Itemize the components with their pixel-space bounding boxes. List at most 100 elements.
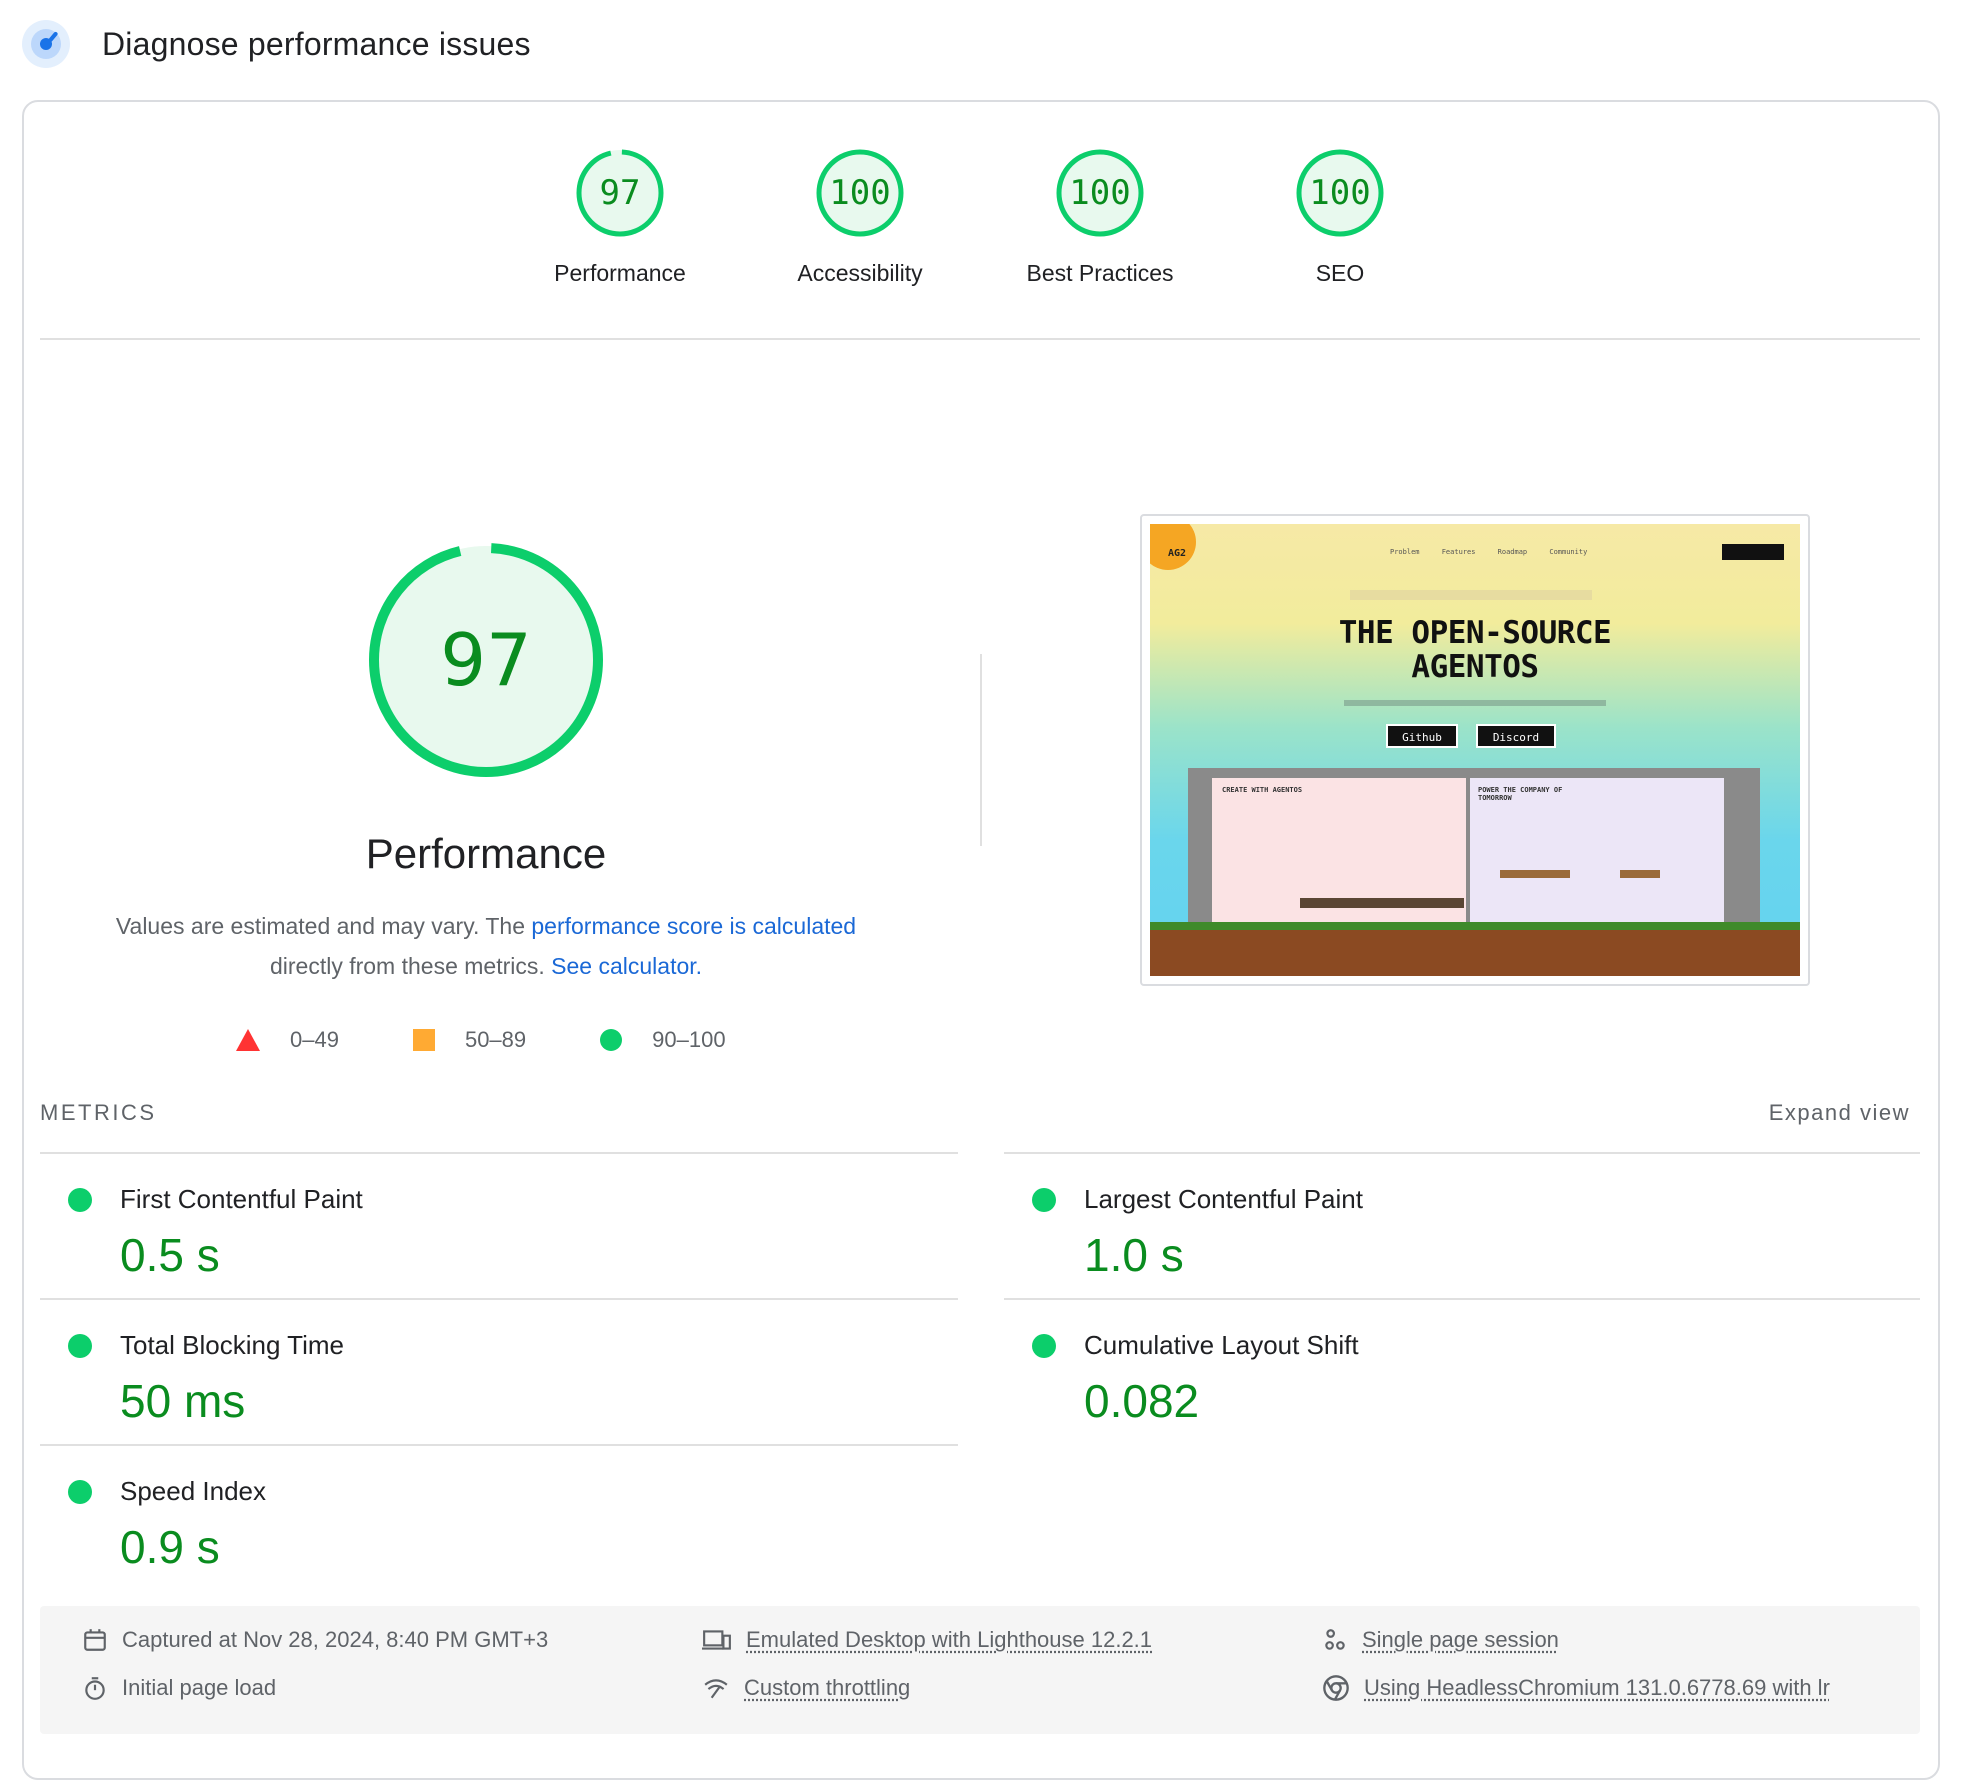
category-gauges: 97 Performance 100 Accessibility 100 Bes… [0, 148, 1964, 308]
metric-cumulative-layout-shift[interactable]: Cumulative Layout Shift 0.082 [1004, 1300, 1904, 1440]
legend-range: 50–89 [464, 1027, 527, 1052]
section-title: Diagnose performance issues [102, 25, 531, 62]
info-load: Initial page load [82, 1668, 276, 1708]
desk [1620, 870, 1660, 878]
performance-description: Values are estimated and may vary. The p… [86, 906, 886, 986]
metric-value: 0.5 s [120, 1229, 220, 1281]
divider [40, 338, 1920, 340]
metric-value: 0.082 [1084, 1375, 1200, 1427]
info-browser[interactable]: Using HeadlessChromium 131.0.6778.69 wit… [1322, 1668, 1830, 1708]
legend-pass: 90–100 [600, 1027, 726, 1053]
info-session[interactable]: Single page session [1322, 1620, 1559, 1660]
discord-button: Discord [1476, 724, 1556, 748]
gauge-accessibility[interactable]: 100 Accessibility [760, 148, 960, 287]
hero-line: THE OPEN-SOURCE [1338, 615, 1612, 651]
sun-decoration [1150, 524, 1196, 570]
info-captured: Captured at Nov 28, 2024, 8:40 PM GMT+3 [82, 1620, 548, 1660]
legend-range: 90–100 [652, 1027, 726, 1052]
gauge-label: Accessibility [797, 260, 923, 286]
metric-total-blocking-time[interactable]: Total Blocking Time 50 ms [40, 1300, 940, 1440]
info-text: Emulated Desktop with Lighthouse 12.2.1 [746, 1627, 1153, 1652]
pass-circle-icon [68, 1188, 92, 1212]
see-calculator-link[interactable]: See calculator. [551, 953, 702, 979]
expand-view-toggle[interactable]: Expand view [1769, 1100, 1910, 1126]
community-banner [1350, 590, 1592, 600]
session-icon [1325, 1629, 1345, 1650]
gauge-circle: 97 [575, 148, 665, 238]
metric-name: First Contentful Paint [120, 1184, 363, 1214]
legend-fail: 0–49 [236, 1027, 339, 1053]
panel-left-text: CREATE WITH AGENTOS [1222, 786, 1303, 794]
hero-line: AGENTOS [1411, 649, 1539, 685]
gauge-label: Performance [554, 260, 686, 286]
pass-circle-icon [68, 1334, 92, 1358]
metric-first-contentful-paint[interactable]: First Contentful Paint 0.5 s [40, 1154, 940, 1294]
gauge-score: 100 [1069, 173, 1131, 213]
circle-icon [600, 1029, 623, 1051]
performance-title: Performance [365, 830, 607, 877]
gauge-label: SEO [1315, 260, 1365, 286]
gauge-circle: 100 [1055, 148, 1145, 238]
info-text: Captured at Nov 28, 2024, 8:40 PM GMT+3 [122, 1627, 549, 1652]
info-throttling[interactable]: Custom throttling [702, 1668, 910, 1708]
site-logo: AG2 [1168, 548, 1187, 559]
gauge-label: Best Practices [1026, 260, 1174, 286]
lighthouse-gauge-icon [22, 20, 70, 68]
documentation-button [1722, 544, 1784, 560]
pass-circle-icon [68, 1480, 92, 1504]
performance-score: 97 [440, 618, 532, 702]
metric-speed-index[interactable]: Speed Index 0.9 s [40, 1446, 940, 1586]
run-info: Captured at Nov 28, 2024, 8:40 PM GMT+3 … [40, 1606, 1920, 1734]
info-text: Custom throttling [744, 1675, 911, 1700]
gauge-circle: 100 [1295, 148, 1385, 238]
score-legend: 0–49 50–89 90–100 [236, 1022, 800, 1058]
gauge-score: 97 [599, 173, 641, 213]
network-throttle-icon [704, 1679, 728, 1699]
site-nav: Problem Features Roadmap Community [1390, 548, 1588, 556]
description-text: directly from these metrics. [269, 953, 552, 979]
info-text: Single page session [1362, 1627, 1559, 1652]
timer-icon [85, 1677, 105, 1700]
legend-average: 50–89 [412, 1027, 527, 1053]
screenshot-image: AG2 Problem Features Roadmap Community T… [1150, 524, 1800, 976]
gauge-score: 100 [829, 173, 891, 213]
final-screenshot[interactable]: AG2 Problem Features Roadmap Community T… [1140, 514, 1810, 986]
ground [1150, 922, 1800, 976]
square-icon [412, 1029, 435, 1051]
panel-right-text: POWER THE COMPANY OF TOMORROW [1478, 786, 1563, 802]
metric-largest-contentful-paint[interactable]: Largest Contentful Paint 1.0 s [1004, 1154, 1904, 1294]
performance-gauge-large: 97 [366, 540, 606, 780]
metric-name: Total Blocking Time [120, 1330, 344, 1360]
metric-value: 50 ms [120, 1375, 246, 1427]
conveyor-belt [1300, 898, 1464, 908]
metric-name: Speed Index [120, 1476, 267, 1506]
metric-name: Cumulative Layout Shift [1084, 1330, 1359, 1360]
pass-circle-icon [1032, 1334, 1056, 1358]
gauge-score: 100 [1309, 173, 1371, 213]
lighthouse-report: Diagnose performance issues 97 Performan… [0, 0, 1964, 1780]
metrics-heading: METRICS [40, 1100, 157, 1125]
devices-icon [702, 1630, 731, 1650]
metric-name: Largest Contentful Paint [1084, 1184, 1363, 1214]
metric-value: 1.0 s [1084, 1229, 1184, 1281]
gauge-circle: 100 [815, 148, 905, 238]
chrome-icon [1323, 1675, 1349, 1701]
triangle-icon [236, 1029, 260, 1051]
info-text: Initial page load [122, 1675, 277, 1700]
info-text: Using HeadlessChromium 131.0.6778.69 wit… [1364, 1675, 1830, 1700]
hero-headline: THE OPEN-SOURCE AGENTOS [1150, 616, 1800, 684]
calendar-icon [84, 1629, 106, 1651]
hero-subtitle [1344, 700, 1606, 706]
metric-value: 0.9 s [120, 1521, 220, 1573]
gauge-best-practices[interactable]: 100 Best Practices [1000, 148, 1200, 287]
grass [1150, 922, 1800, 930]
legend-range: 0–49 [290, 1027, 339, 1052]
pass-circle-icon [1032, 1188, 1056, 1212]
info-device[interactable]: Emulated Desktop with Lighthouse 12.2.1 [702, 1620, 1152, 1660]
gauge-seo[interactable]: 100 SEO [1240, 148, 1440, 287]
score-calculated-link[interactable]: performance score is calculated [531, 913, 856, 939]
gauge-performance[interactable]: 97 Performance [520, 148, 720, 287]
description-text: Values are estimated and may vary. The [115, 913, 532, 939]
section-header: Diagnose performance issues [22, 18, 531, 70]
desk [1500, 870, 1570, 878]
